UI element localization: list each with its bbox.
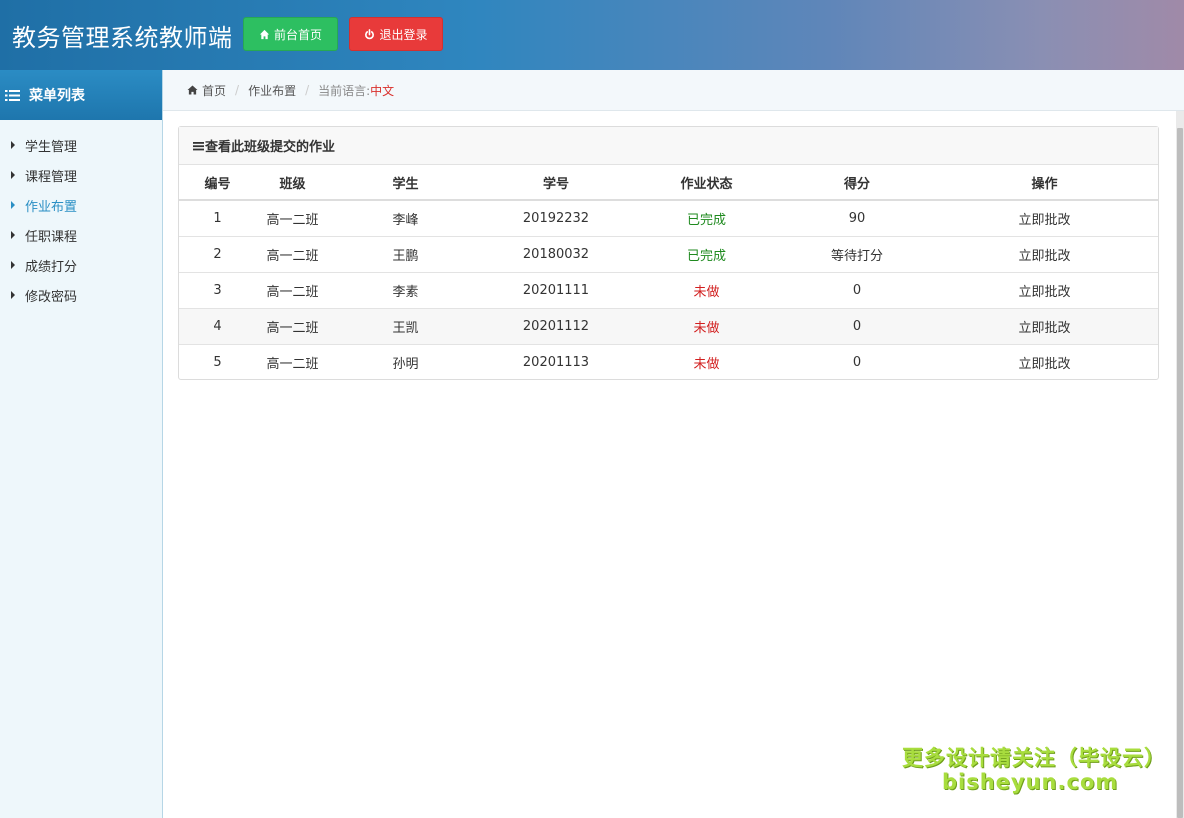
- cell-student-no: 20201111: [482, 271, 630, 308]
- sidebar: 菜单列表 学生管理 课程管理 作业布置 任职课程 成绩打分 修改密码: [0, 70, 163, 818]
- list-icon: [5, 89, 20, 101]
- column-header-score: 得分: [783, 165, 931, 201]
- sidebar-title: 菜单列表: [29, 88, 85, 104]
- caret-right-icon: [11, 231, 15, 239]
- sidebar-item-label: 成绩打分: [25, 259, 78, 275]
- column-header-class: 班级: [256, 165, 329, 201]
- homework-table: 编号 班级 学生 学号 作业状态 得分 操作 1 高一二班 李峰 2019223…: [179, 165, 1158, 380]
- column-header-id: 编号: [179, 165, 256, 201]
- scrollbar-thumb[interactable]: [1177, 128, 1183, 818]
- breadcrumb-home[interactable]: 首页: [187, 82, 226, 99]
- home-icon: [187, 85, 198, 95]
- grade-now-link[interactable]: 立即批改: [931, 343, 1158, 380]
- grade-now-link[interactable]: 立即批改: [931, 200, 1158, 236]
- caret-right-icon: [11, 201, 15, 209]
- cell-student-no: 20201112: [482, 307, 630, 344]
- column-header-action: 操作: [931, 165, 1158, 201]
- sidebar-item-courses[interactable]: 课程管理: [0, 160, 162, 190]
- breadcrumb-separator: /: [305, 83, 310, 97]
- column-header-student-no: 学号: [482, 165, 630, 201]
- sidebar-item-label: 任职课程: [25, 229, 78, 245]
- cell-class: 高一二班: [256, 271, 329, 308]
- top-header: 教务管理系统教师端 前台首页 退出登录: [0, 0, 1184, 70]
- cell-student: 王鹏: [329, 235, 482, 272]
- cell-student: 李素: [329, 271, 482, 308]
- logout-button[interactable]: 退出登录: [349, 17, 443, 51]
- menu-lines-icon: [193, 141, 204, 150]
- panel-title: 查看此班级提交的作业: [205, 140, 336, 155]
- grade-now-link[interactable]: 立即批改: [931, 307, 1158, 344]
- breadcrumb-current[interactable]: 作业布置: [248, 82, 296, 99]
- home-button[interactable]: 前台首页: [243, 17, 338, 51]
- sidebar-item-students[interactable]: 学生管理: [0, 130, 162, 160]
- power-icon: [365, 28, 375, 39]
- table-row: 3 高一二班 李素 20201111 未做 0 立即批改: [179, 271, 1158, 308]
- cell-id: 1: [213, 210, 222, 226]
- sidebar-header: 菜单列表: [0, 70, 162, 120]
- panel-heading: 查看此班级提交的作业: [179, 127, 1158, 165]
- table-row: 2 高一二班 王鹏 20180032 已完成 等待打分 立即批改: [179, 235, 1158, 272]
- cell-class: 高一二班: [266, 212, 319, 228]
- column-header-student: 学生: [329, 165, 482, 201]
- cell-student-no: 20192232: [522, 210, 590, 226]
- home-icon: [259, 29, 270, 39]
- sidebar-menu: 学生管理 课程管理 作业布置 任职课程 成绩打分 修改密码: [0, 120, 162, 310]
- cell-student: 王凯: [329, 307, 482, 344]
- grade-now-link[interactable]: 立即批改: [931, 271, 1158, 308]
- cell-status: 未做: [630, 343, 783, 380]
- sidebar-item-teaching-courses[interactable]: 任职课程: [0, 220, 162, 250]
- watermark-text: 更多设计请关注（毕设云）: [902, 746, 1166, 770]
- cell-id: 5: [179, 343, 256, 380]
- cell-student-no: 20180032: [482, 235, 630, 272]
- cell-score: 等待打分: [783, 235, 931, 272]
- sidebar-item-label: 修改密码: [25, 289, 78, 305]
- cell-class: 高一二班: [256, 343, 329, 380]
- cell-status: 已完成: [630, 235, 783, 272]
- logout-button-label: 退出登录: [379, 27, 428, 42]
- breadcrumb-home-label: 首页: [202, 83, 227, 98]
- language-value[interactable]: 中文: [370, 82, 394, 99]
- cell-id: 4: [179, 307, 256, 344]
- table-row: 4 高一二班 王凯 20201112 未做 0 立即批改: [179, 307, 1158, 344]
- watermark-url: bisheyun.com: [942, 770, 1119, 794]
- home-button-label: 前台首页: [273, 27, 322, 42]
- caret-right-icon: [11, 141, 15, 149]
- sidebar-item-change-password[interactable]: 修改密码: [0, 280, 162, 310]
- grade-now-link[interactable]: 立即批改: [931, 235, 1158, 272]
- cell-id: 3: [179, 271, 256, 308]
- table-row: 5 高一二班 孙明 20201113 未做 0 立即批改: [179, 343, 1158, 380]
- table-row: 1 高一二班 李峰 20192232 已完成 90 立即批改: [179, 200, 1158, 236]
- cell-student-no: 20201113: [482, 343, 630, 380]
- app-title: 教务管理系统教师端: [12, 24, 233, 52]
- cell-class: 高一二班: [256, 307, 329, 344]
- sidebar-item-grading[interactable]: 成绩打分: [0, 250, 162, 280]
- breadcrumb: 首页 / 作业布置 / 当前语言: 中文: [163, 70, 1184, 111]
- caret-right-icon: [11, 261, 15, 269]
- cell-score: 0: [783, 307, 931, 344]
- homework-panel: 查看此班级提交的作业 编号 班级 学生 学号 作业状态 得分 操作 1 高一二班…: [178, 126, 1159, 380]
- table-header-row: 编号 班级 学生 学号 作业状态 得分 操作: [179, 165, 1158, 201]
- caret-right-icon: [11, 171, 15, 179]
- breadcrumb-separator: /: [235, 83, 240, 97]
- sidebar-item-label: 学生管理: [25, 139, 78, 155]
- caret-right-icon: [11, 291, 15, 299]
- sidebar-item-label: 课程管理: [25, 169, 78, 185]
- sidebar-item-label: 作业布置: [25, 199, 78, 215]
- column-header-status: 作业状态: [630, 165, 783, 201]
- cell-class: 高一二班: [256, 235, 329, 272]
- cell-score: 0: [783, 343, 931, 380]
- cell-id: 2: [179, 235, 256, 272]
- sidebar-item-homework[interactable]: 作业布置: [0, 190, 162, 220]
- cell-status: 已完成: [686, 212, 726, 228]
- cell-status: 未做: [630, 271, 783, 308]
- cell-student: 李峰: [392, 212, 419, 228]
- language-label: 当前语言:: [318, 83, 371, 98]
- cell-score: 0: [783, 271, 931, 308]
- cell-score: 90: [848, 210, 866, 226]
- cell-student: 孙明: [329, 343, 482, 380]
- cell-status: 未做: [630, 307, 783, 344]
